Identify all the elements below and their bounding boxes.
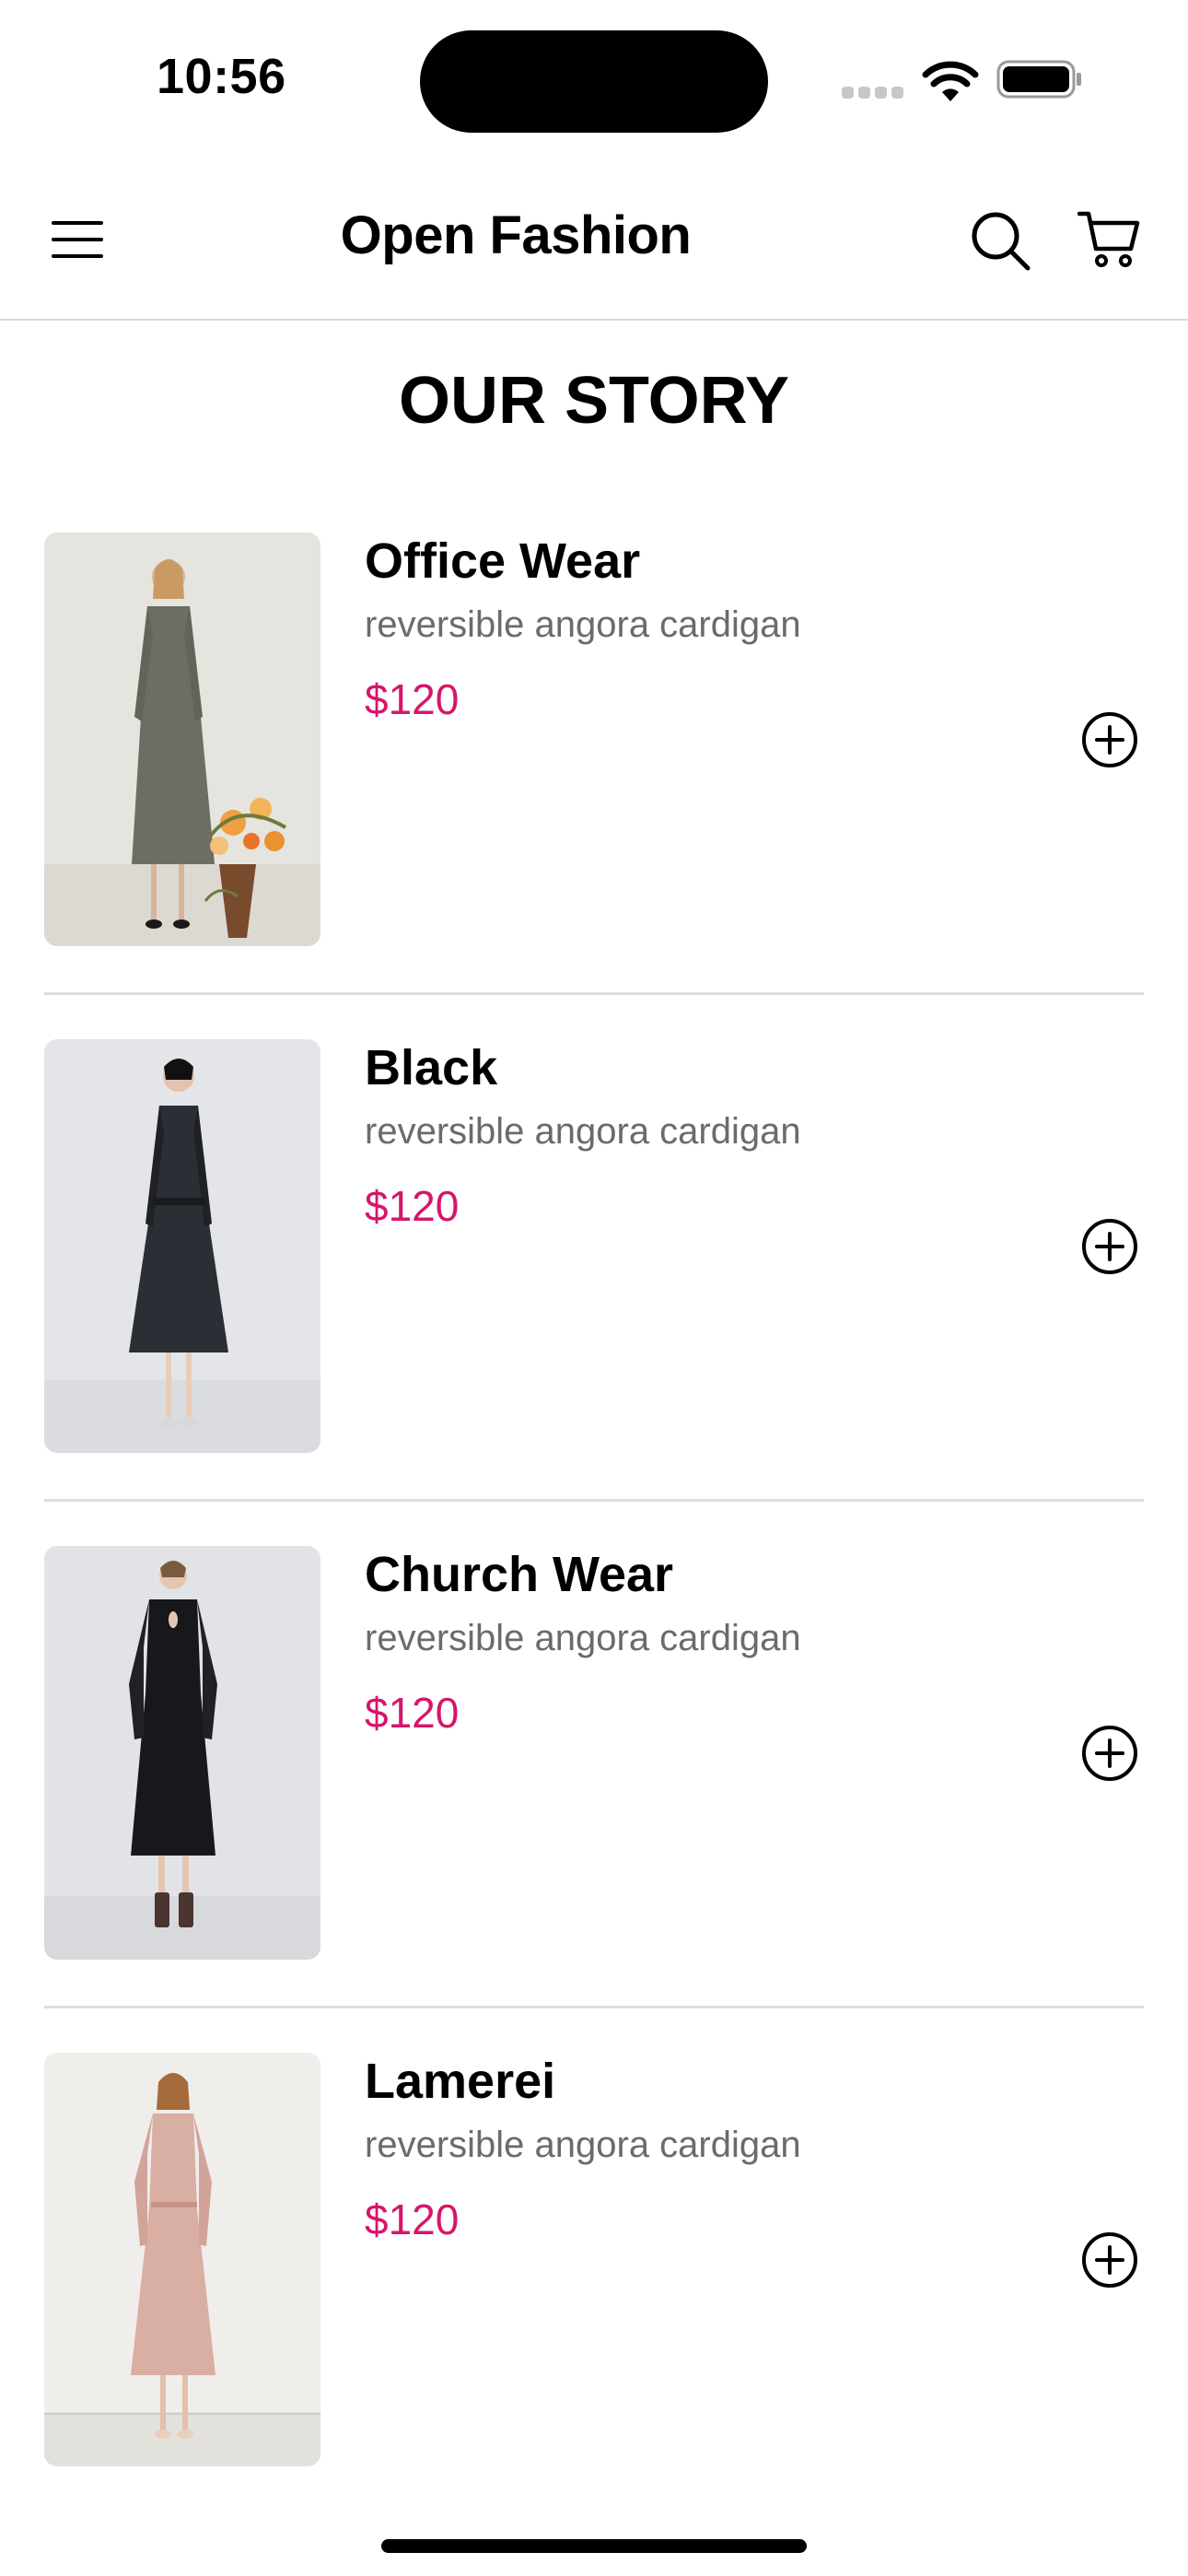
product-name: Church Wear [365,1547,674,1602]
add-to-cart-button[interactable] [1081,1218,1138,1275]
wifi-icon [922,61,979,101]
product-name: Black [365,1040,498,1095]
product-price: $120 [365,1689,460,1737]
add-to-cart-button[interactable] [1081,1725,1138,1782]
status-bar: 10:56 [0,0,1188,166]
grey-tweed-dress-photo [44,533,320,946]
product-card[interactable]: Office Wear reversible angora cardigan $… [44,533,1144,1039]
add-to-cart-button[interactable] [1081,711,1138,768]
home-indicator[interactable] [381,2539,807,2553]
product-description: reversible angora cardigan [365,2125,801,2165]
list-divider [44,1499,1144,1502]
status-time: 10:56 [157,49,286,104]
app-screen: 10:56 Open Fashion OUR STORY Office Wear… [0,0,1188,2576]
product-image[interactable] [44,1546,320,1960]
app-title: Open Fashion [340,205,692,265]
product-price: $120 [365,2195,460,2243]
product-price: $120 [365,1182,460,1230]
product-image[interactable] [44,533,320,946]
list-divider [44,992,1144,995]
section-title: OUR STORY [398,364,790,438]
dynamic-island [420,30,768,133]
cellular-signal-icon [842,87,904,100]
black-midi-dress-photo [44,1546,320,1960]
list-divider [44,2006,1144,2008]
search-icon[interactable] [970,210,1031,271]
product-image[interactable] [44,2053,320,2466]
product-card[interactable]: Lamerei reversible angora cardigan $120 [44,2053,1144,2559]
product-price: $120 [365,675,460,723]
product-description: reversible angora cardigan [365,604,801,645]
app-header: Open Fashion [0,166,1188,321]
product-description: reversible angora cardigan [365,1618,801,1658]
product-description: reversible angora cardigan [365,1111,801,1152]
product-name: Office Wear [365,533,641,589]
battery-icon [996,60,1081,99]
cart-icon[interactable] [1077,210,1140,269]
product-image[interactable] [44,1039,320,1453]
black-coat-dress-photo [44,1039,320,1453]
pink-midi-dress-photo [44,2053,320,2466]
product-name: Lamerei [365,2054,556,2109]
product-card[interactable]: Church Wear reversible angora cardigan $… [44,1546,1144,2053]
product-card[interactable]: Black reversible angora cardigan $120 [44,1039,1144,1546]
add-to-cart-button[interactable] [1081,2231,1138,2289]
